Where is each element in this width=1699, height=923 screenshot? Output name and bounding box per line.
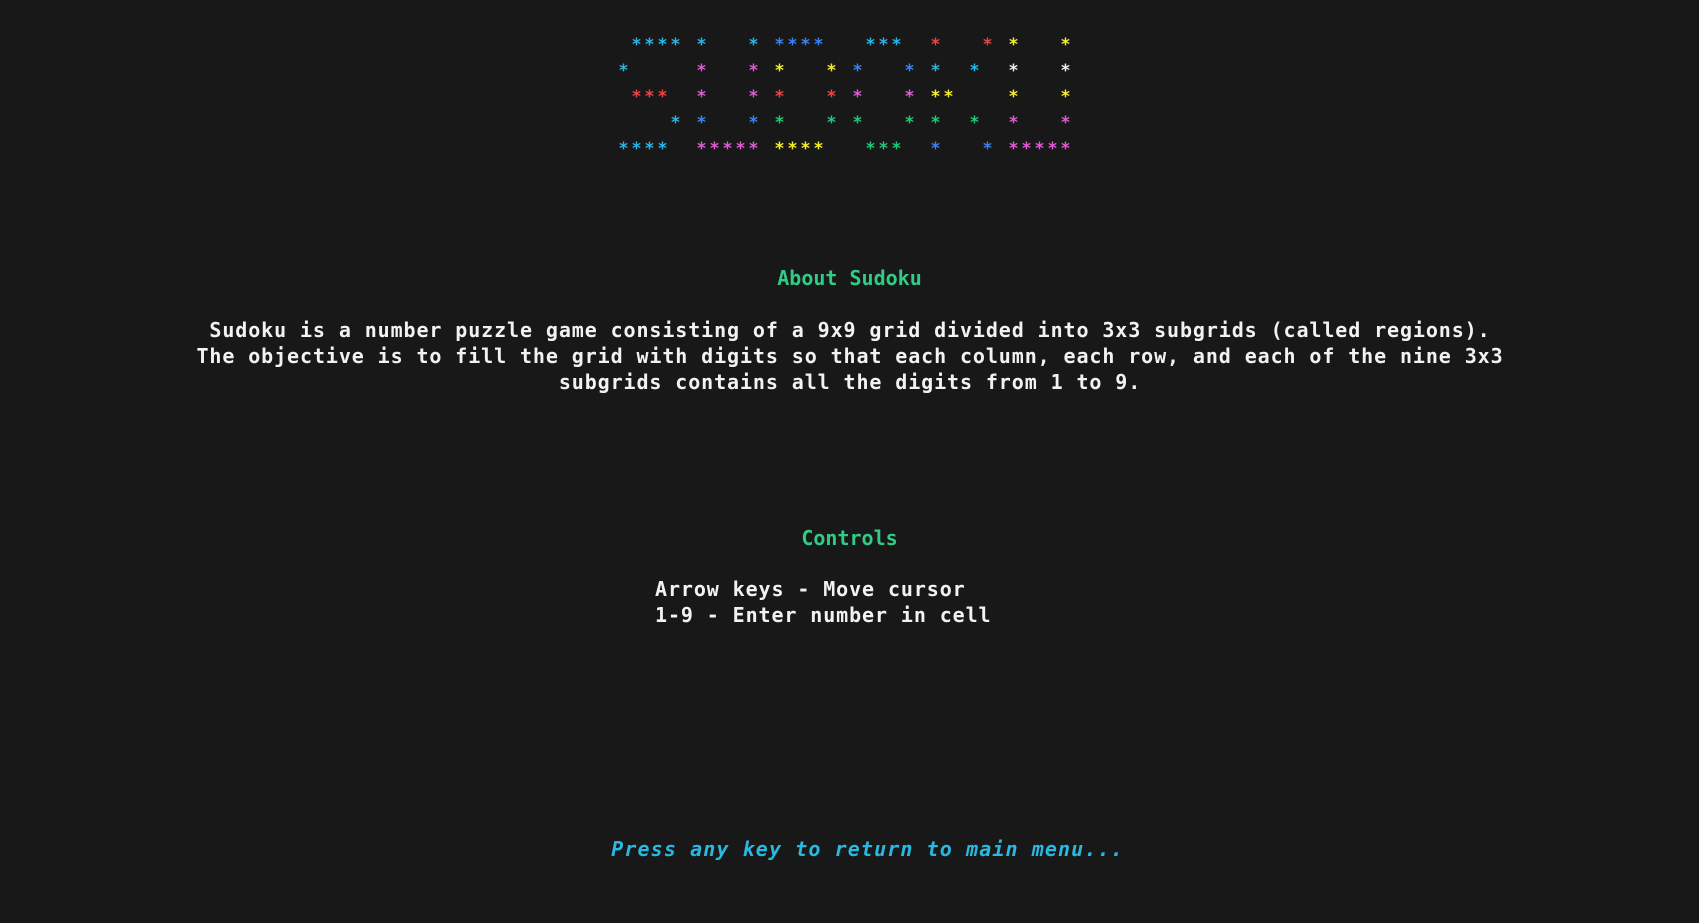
logo-star: *: [748, 61, 759, 81]
logo-star: *: [696, 35, 707, 55]
logo-star: *: [943, 87, 954, 107]
logo-star: *: [631, 139, 642, 159]
logo-star: *: [748, 35, 759, 55]
logo-star: *: [982, 35, 993, 55]
logo-star: *: [904, 113, 915, 133]
logo-star: *: [930, 35, 941, 55]
logo-star: *: [1060, 87, 1071, 107]
logo-star: *: [1047, 139, 1058, 159]
logo-star: *: [852, 87, 863, 107]
logo-star: *: [787, 35, 798, 55]
logo-star: *: [800, 139, 811, 159]
logo-star: *: [657, 35, 668, 55]
logo-star: *: [878, 35, 889, 55]
logo-star: *: [1008, 35, 1019, 55]
controls-title: Controls: [801, 526, 898, 550]
logo-star: *: [774, 139, 785, 159]
logo-star: *: [930, 61, 941, 81]
logo-star: *: [800, 35, 811, 55]
logo-star: *: [982, 139, 993, 159]
logo-star: *: [826, 61, 837, 81]
logo-star: *: [1021, 139, 1032, 159]
logo-star: *: [813, 139, 824, 159]
logo-star: *: [826, 113, 837, 133]
logo-star: *: [878, 139, 889, 159]
logo-star: *: [670, 35, 681, 55]
logo-star: *: [748, 113, 759, 133]
about-description: Sudoku is a number puzzle game consistin…: [150, 317, 1550, 395]
logo-star: *: [631, 35, 642, 55]
logo-star: *: [748, 87, 759, 107]
logo-star: *: [735, 139, 746, 159]
logo-star: *: [904, 61, 915, 81]
logo-star: *: [852, 61, 863, 81]
about-line-3: subgrids contains all the digits from 1 …: [558, 370, 1142, 394]
logo-star: *: [930, 87, 941, 107]
control-arrow-keys: Arrow keys - Move cursor: [655, 577, 966, 601]
logo-star: *: [1008, 139, 1019, 159]
logo-star: *: [709, 139, 720, 159]
logo-star: *: [865, 139, 876, 159]
logo-star: *: [618, 61, 629, 81]
logo-star: *: [670, 113, 681, 133]
logo-star: *: [644, 87, 655, 107]
logo-star: *: [696, 61, 707, 81]
logo-star: *: [696, 139, 707, 159]
logo-star: *: [1060, 113, 1071, 133]
logo-star: *: [1008, 87, 1019, 107]
logo-star: *: [1060, 35, 1071, 55]
logo-star: *: [631, 87, 642, 107]
logo-star: *: [696, 87, 707, 107]
logo-star: *: [774, 35, 785, 55]
about-title: About Sudoku: [777, 266, 922, 290]
logo-star: *: [722, 139, 733, 159]
logo-star: *: [774, 61, 785, 81]
logo-star: *: [891, 35, 902, 55]
logo-star: *: [644, 35, 655, 55]
logo-star: *: [969, 113, 980, 133]
logo-star: *: [1060, 61, 1071, 81]
logo-star: *: [865, 35, 876, 55]
logo-star: *: [891, 139, 902, 159]
logo-star: *: [852, 113, 863, 133]
controls-list: Arrow keys - Move cursor 1-9 - Enter num…: [655, 576, 991, 628]
logo-star: *: [774, 87, 785, 107]
about-line-1: Sudoku is a number puzzle game consistin…: [209, 318, 1491, 342]
logo-star: *: [826, 87, 837, 107]
logo-star: *: [748, 139, 759, 159]
logo-star: *: [930, 113, 941, 133]
logo-star: *: [657, 87, 668, 107]
logo-star: *: [1060, 139, 1071, 159]
logo-star: *: [696, 113, 707, 133]
logo-star: *: [787, 139, 798, 159]
logo-star: *: [904, 87, 915, 107]
control-number-keys: 1-9 - Enter number in cell: [655, 603, 992, 627]
logo-star: *: [644, 139, 655, 159]
logo-star: *: [618, 139, 629, 159]
logo-star: *: [1008, 61, 1019, 81]
logo-star: *: [813, 35, 824, 55]
logo-star: *: [1008, 113, 1019, 133]
about-line-2: The objective is to fill the grid with d…: [196, 344, 1504, 368]
logo-star: *: [657, 139, 668, 159]
logo-star: *: [930, 139, 941, 159]
logo-star: *: [774, 113, 785, 133]
return-to-menu-prompt[interactable]: Press any key to return to main menu...: [0, 836, 1699, 862]
logo-star: *: [969, 61, 980, 81]
logo-star: *: [1034, 139, 1045, 159]
